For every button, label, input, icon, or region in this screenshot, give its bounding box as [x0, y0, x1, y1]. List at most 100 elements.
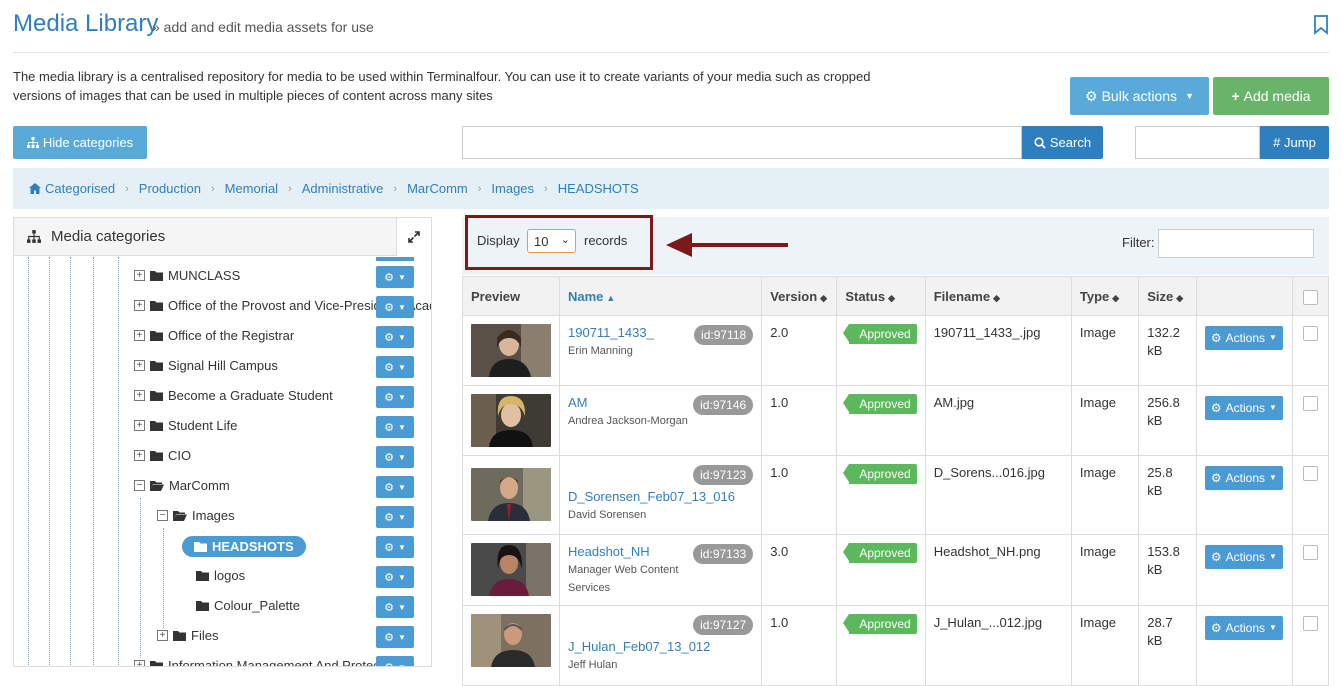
column-header-name[interactable]: Name ▲	[558, 276, 763, 316]
category-node[interactable]: + Student Life	[134, 418, 237, 433]
table-row[interactable]: id:97133 Headshot_NH Manager Web Content S…	[462, 534, 1330, 606]
row-checkbox[interactable]	[1302, 326, 1318, 341]
expand-plus-icon[interactable]: +	[134, 390, 145, 401]
column-header-version[interactable]: Version ◆	[761, 276, 838, 316]
breadcrumb-item[interactable]: Production	[139, 181, 201, 196]
breadcrumb-item[interactable]: Memorial	[225, 181, 278, 196]
search-button[interactable]: Search	[1022, 126, 1103, 159]
expand-button[interactable]	[396, 218, 431, 256]
media-name-link[interactable]: D_Sorensen_Feb07_13_016	[568, 488, 753, 506]
category-gear-button[interactable]: ⚙▼	[376, 326, 414, 348]
caret-down-icon: ▼	[397, 422, 406, 432]
category-node[interactable]: + Office of the Registrar	[134, 328, 294, 343]
category-gear-button[interactable]: ⚙▼	[376, 296, 414, 318]
media-name-link[interactable]: J_Hulan_Feb07_13_012	[568, 638, 753, 656]
breadcrumb-item[interactable]: Images	[491, 181, 534, 196]
category-gear-button[interactable]: ⚙▼	[376, 566, 414, 588]
gear-icon: ⚙	[1210, 401, 1222, 415]
actions-button[interactable]: ⚙ Actions ▼	[1204, 616, 1283, 640]
table-row[interactable]: id:97127 J_Hulan_Feb07_13_012 Jeff Hulan 1…	[462, 605, 1330, 686]
thumbnail-image[interactable]	[471, 468, 551, 521]
breadcrumb-item[interactable]: MarComm	[407, 181, 468, 196]
category-node[interactable]: + Become a Graduate Student	[134, 388, 333, 403]
category-gear-button[interactable]: ⚙▼	[376, 656, 414, 666]
table-row[interactable]: id:97146 AM Andrea Jackson-Morgan 1.0 Appr…	[462, 385, 1330, 456]
expand-plus-icon[interactable]: +	[134, 360, 145, 371]
expand-plus-icon[interactable]: +	[134, 450, 145, 461]
category-node[interactable]: − MarComm	[134, 478, 230, 493]
gear-icon: ⚙	[384, 541, 394, 554]
thumbnail-image[interactable]	[471, 394, 551, 447]
gear-icon: ⚙	[384, 421, 394, 434]
jump-input[interactable]	[1135, 126, 1260, 159]
column-header-label: Size	[1147, 288, 1174, 304]
expand-plus-icon[interactable]: +	[134, 300, 145, 311]
collapse-minus-icon[interactable]: −	[157, 510, 168, 521]
thumbnail-image[interactable]	[471, 324, 551, 377]
category-gear-button[interactable]: ⚙▼	[376, 446, 414, 468]
category-gear-button[interactable]: ⚙▼	[376, 416, 414, 438]
gear-icon: ⚙	[1210, 550, 1222, 564]
add-media-button[interactable]: + Add media	[1213, 77, 1329, 115]
category-gear-button[interactable]: ⚙▼	[376, 596, 414, 618]
row-checkbox[interactable]	[1302, 616, 1318, 631]
category-gear-button[interactable]: ⚙▼	[376, 476, 414, 498]
filter-input[interactable]	[1158, 229, 1314, 258]
breadcrumb-item[interactable]: HEADSHOTS	[558, 181, 639, 196]
records-per-page-select[interactable]: 10 ⌄	[527, 229, 576, 253]
select-all-checkbox[interactable]	[1302, 289, 1318, 305]
category-gear-button[interactable]: ⚙▼	[376, 506, 414, 528]
expand-plus-icon[interactable]: +	[134, 330, 145, 341]
column-header-filename[interactable]: Filename ◆	[924, 276, 1072, 316]
expand-icon	[408, 231, 420, 243]
category-node[interactable]: + Files	[157, 628, 218, 643]
thumbnail-image[interactable]	[471, 543, 551, 596]
category-gear-button[interactable]: ⚙▼	[376, 386, 414, 408]
category-gear-button[interactable]: ⚙▼	[376, 626, 414, 648]
table-row[interactable]: id:97123 D_Sorensen_Feb07_13_016 David Sor…	[462, 455, 1330, 535]
breadcrumb-item[interactable]: Administrative	[302, 181, 384, 196]
row-checkbox[interactable]	[1302, 466, 1318, 481]
category-gear-button[interactable]: ⚙▼	[376, 536, 414, 558]
row-checkbox[interactable]	[1302, 396, 1318, 411]
expand-plus-icon[interactable]: +	[134, 660, 145, 666]
column-header-type[interactable]: Type ◆	[1070, 276, 1140, 316]
category-node[interactable]: Colour_Palette	[196, 598, 300, 613]
hide-categories-button[interactable]: Hide categories	[13, 126, 147, 159]
category-node[interactable]: + CIO	[134, 448, 191, 463]
column-header-status[interactable]: Status ◆	[836, 276, 926, 316]
expand-plus-icon[interactable]: +	[134, 270, 145, 281]
size-value: 153.8	[1147, 544, 1180, 559]
category-node-selected[interactable]: HEADSHOTS	[182, 536, 306, 557]
row-checkbox[interactable]	[1302, 545, 1318, 560]
chevron-right-icon: ›	[544, 182, 548, 195]
category-gear-button[interactable]: ⚙▼	[376, 356, 414, 378]
actions-button[interactable]: ⚙ Actions ▼	[1204, 466, 1283, 490]
expand-plus-icon[interactable]: +	[134, 420, 145, 431]
category-node[interactable]: + Signal Hill Campus	[134, 358, 278, 373]
jump-button[interactable]: # Jump	[1260, 126, 1329, 159]
status-badge: Approved	[843, 464, 917, 484]
thumbnail-image[interactable]	[471, 614, 551, 667]
column-header-size[interactable]: Size ◆	[1138, 276, 1197, 316]
actions-cell: ⚙ Actions ▼	[1195, 385, 1293, 456]
id-badge: id:97127	[693, 615, 754, 635]
actions-button[interactable]: ⚙ Actions ▼	[1204, 396, 1283, 420]
table-row[interactable]: id:97118 190711_1433_ Erin Manning 2.0 App…	[462, 315, 1330, 386]
actions-button[interactable]: ⚙ Actions ▼	[1204, 545, 1283, 569]
collapse-minus-icon[interactable]: −	[134, 480, 145, 491]
category-node[interactable]: logos	[196, 568, 245, 583]
size-value: 132.2	[1147, 325, 1180, 340]
actions-button[interactable]: ⚙ Actions ▼	[1204, 326, 1283, 350]
expand-plus-icon[interactable]: +	[157, 630, 168, 641]
bulk-actions-button[interactable]: ⚙ Bulk actions ▼	[1070, 77, 1209, 115]
bookmark-icon[interactable]	[1313, 15, 1329, 35]
actions-label: Actions	[1225, 331, 1266, 345]
size-unit: kB	[1147, 413, 1163, 428]
category-node[interactable]: − Images	[157, 508, 235, 523]
category-node[interactable]: + MUNCLASS	[134, 268, 240, 283]
breadcrumb-item[interactable]: Categorised	[45, 181, 115, 196]
search-input[interactable]	[462, 126, 1022, 159]
category-gear-button[interactable]: ⚙▼	[376, 266, 414, 288]
category-node[interactable]: + Information Management And Protection	[134, 658, 401, 666]
